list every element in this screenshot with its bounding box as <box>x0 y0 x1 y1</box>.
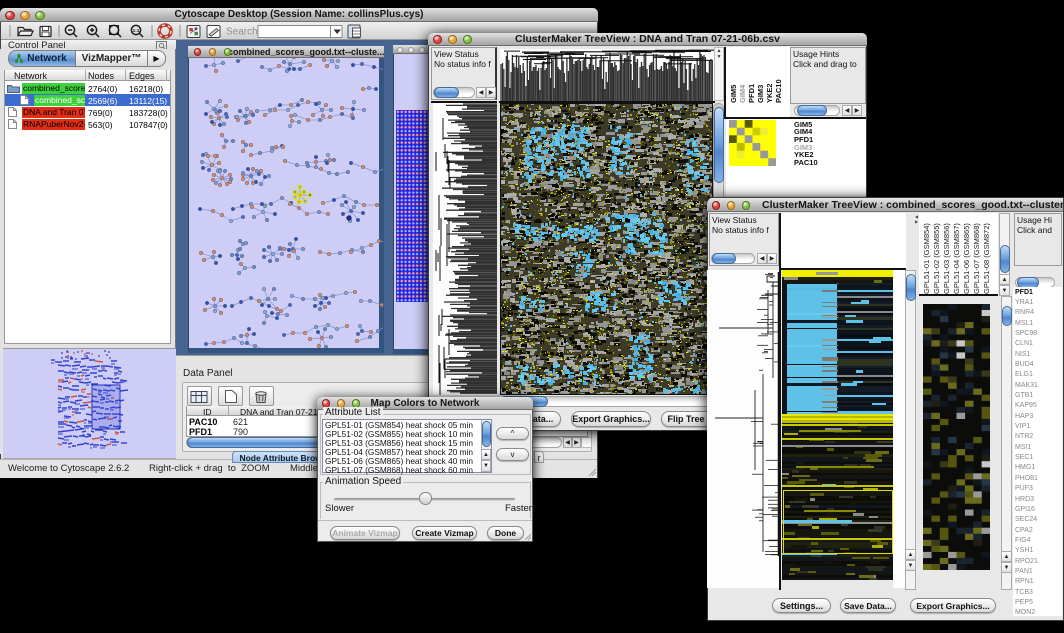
svg-text:GIM4: GIM4 <box>738 84 747 103</box>
svg-text:1:1: 1:1 <box>133 28 140 33</box>
svg-text:GPL51-04 (GSM857): GPL51-04 (GSM857) <box>952 223 961 294</box>
svg-text:PAC10: PAC10 <box>774 79 783 103</box>
svg-text:GPL51-01 (GSM854): GPL51-01 (GSM854) <box>922 223 931 294</box>
svg-text:GIM3: GIM3 <box>756 85 765 103</box>
svg-text:GPL51-03 (GSM856): GPL51-03 (GSM856) <box>942 223 951 294</box>
svg-text:GPL51-06 (GSM865): GPL51-06 (GSM865) <box>962 223 971 294</box>
svg-text:Search:: Search: <box>226 27 260 38</box>
svg-text:GPL51-08 (GSM872): GPL51-08 (GSM872) <box>982 223 991 294</box>
svg-text:GPL51-07 (GSM868): GPL51-07 (GSM868) <box>972 223 981 294</box>
svg-text:GIM5: GIM5 <box>729 85 738 103</box>
svg-text:GPL51-02 (GSM855): GPL51-02 (GSM855) <box>932 223 941 294</box>
svg-text:YKE2: YKE2 <box>765 83 774 103</box>
svg-text:PFD1: PFD1 <box>747 84 756 103</box>
